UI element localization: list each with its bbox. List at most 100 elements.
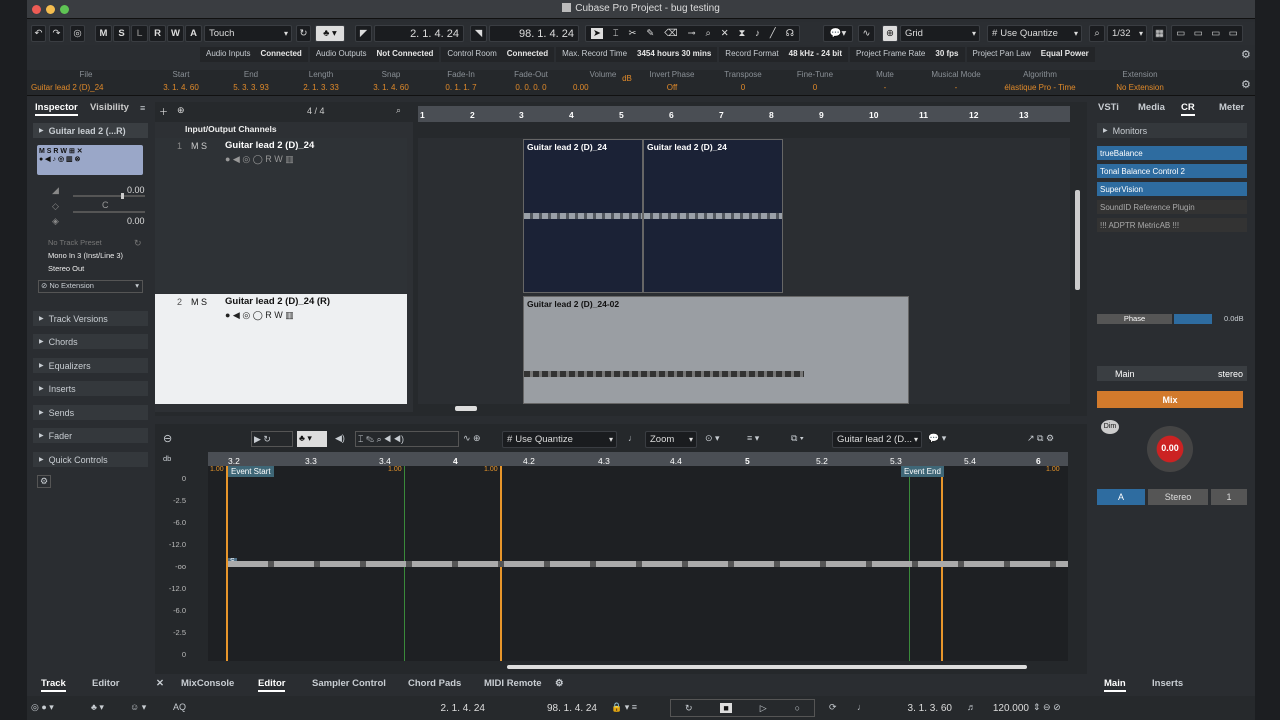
note-icon[interactable]: ♩ — [628, 433, 637, 443]
editor-play-icon[interactable]: ▶ ↻ — [251, 431, 293, 447]
auto-scroll-icon[interactable]: ♣ ▾ — [315, 25, 345, 42]
editor-horizontal-scrollbar[interactable] — [507, 665, 1027, 669]
output-stereo-button[interactable]: Stereo — [1148, 489, 1208, 505]
gain-value[interactable]: 0.00 — [127, 216, 145, 226]
settings-icon[interactable]: ◎ ● ▾ — [31, 702, 54, 713]
auto-scroll-icon[interactable]: ♣ ▾ — [297, 431, 327, 447]
info-mute[interactable]: Mute - — [851, 70, 919, 92]
output-a-button[interactable]: A — [1097, 489, 1145, 505]
mute-tool-icon[interactable]: ✕ — [721, 28, 729, 39]
snap-toggle-icon[interactable]: ⊕ — [882, 25, 898, 42]
vertical-scrollbar[interactable] — [1075, 190, 1080, 290]
audio-event[interactable]: Guitar lead 2 (D)_24 — [643, 139, 783, 293]
info-snap[interactable]: Snap 3. 1. 4. 60 — [357, 70, 425, 92]
plugin-slot[interactable]: SuperVision — [1097, 182, 1247, 196]
solo-button[interactable]: S — [113, 25, 130, 42]
pointer-tool-icon[interactable]: ➤ — [590, 28, 603, 39]
tab-main[interactable]: Main — [1104, 678, 1126, 692]
clip-select[interactable]: Guitar lead 2 (D... — [832, 431, 922, 448]
stop-icon[interactable]: ■ — [720, 703, 732, 713]
redo-icon[interactable]: ↷ — [49, 25, 64, 42]
waveform-display[interactable]: Event Start S Event End 1.00 1.00 1.00 1… — [208, 466, 1068, 661]
section-quick-controls[interactable]: Quick Controls — [33, 452, 148, 467]
keyboard-icon[interactable]: ▦ — [1152, 25, 1167, 42]
track-lane-2[interactable]: Guitar lead 2 (D)_24-02 — [418, 296, 1070, 404]
line-tool-icon[interactable]: ╱ — [770, 28, 776, 39]
lower-zone-icon[interactable]: ▭ — [1194, 28, 1203, 39]
output-routing[interactable]: Stereo Out — [48, 264, 84, 273]
speech-icon[interactable]: 💬 ▾ — [928, 433, 946, 444]
tab-midi-remote[interactable]: MIDI Remote — [484, 678, 542, 692]
add-track-icon[interactable]: ＋ — [159, 105, 168, 118]
left-locator-field[interactable]: 2. 1. 4. 24 — [374, 25, 464, 42]
constrain-delay-icon[interactable]: ◎ — [70, 25, 85, 42]
locator-right-icon[interactable]: ◥ — [470, 25, 487, 42]
dim-button[interactable]: Dim — [1101, 420, 1119, 434]
quantize-icon[interactable]: ⌕ — [1089, 25, 1105, 42]
draw-tool-icon[interactable]: ✎ — [646, 28, 654, 39]
speech-icon[interactable]: 💬▾ — [823, 25, 853, 42]
track-row[interactable]: 2 M S Guitar lead 2 (D)_24 (R) ● ◀ ◎ ◯ R… — [155, 294, 407, 404]
editor-tools-icon[interactable]: ⌶ ✎ ⌕ ◀ ◀) — [355, 431, 459, 447]
read-button[interactable]: R — [149, 25, 166, 42]
sync-icon[interactable]: ♣ ▾ — [91, 702, 104, 713]
record-icon[interactable]: ○ — [795, 703, 800, 713]
cycle-icon[interactable]: ↻ — [685, 703, 693, 714]
refresh-icon[interactable]: ↻ — [134, 238, 142, 249]
section-equalizers[interactable]: Equalizers — [33, 358, 148, 373]
locator-left-icon[interactable]: ◤ — [355, 25, 372, 42]
plugin-slot[interactable]: Tonal Balance Control 2 — [1097, 164, 1247, 178]
pan-slider[interactable] — [73, 211, 145, 213]
tab-vsti[interactable]: VSTi — [1098, 102, 1119, 116]
comp-tool-icon[interactable]: ☊ — [786, 28, 794, 39]
section-inserts[interactable]: Inserts — [33, 381, 148, 396]
section-track-versions[interactable]: Track Versions — [33, 311, 148, 326]
record-enable-icon[interactable]: ● ◀ ◎ ◯ R W ▥ — [225, 310, 294, 321]
info-extension[interactable]: Extension No Extension — [1092, 70, 1188, 92]
close-icon[interactable]: ✕ — [156, 678, 164, 692]
section-chords[interactable]: Chords — [33, 334, 148, 349]
tab-inspector[interactable]: Inspector — [35, 102, 78, 116]
volume-knob[interactable]: 0.00 — [1147, 426, 1193, 472]
record-enable-icon[interactable]: ● ◀ ◎ ◯ R W ▥ — [225, 154, 294, 165]
tab-chord-pads[interactable]: Chord Pads — [408, 678, 461, 692]
listen-button[interactable]: L — [131, 25, 148, 42]
infoline-gear-icon[interactable]: ⚙ — [1241, 78, 1251, 91]
tab-track[interactable]: Track — [41, 678, 66, 692]
click-icon[interactable]: ♩ — [857, 702, 866, 712]
timewarp-tool-icon[interactable]: ⧗ — [739, 28, 746, 39]
erase-tool-icon[interactable]: ⌫ — [664, 28, 677, 39]
volume-value[interactable]: 0.00 — [127, 185, 145, 195]
range-tool-icon[interactable]: ⌶ — [613, 28, 619, 39]
monitors-header[interactable]: Monitors — [1097, 123, 1247, 138]
info-algorithm[interactable]: Algorithm élastique Pro - Time — [992, 70, 1088, 92]
write-button[interactable]: W — [167, 25, 184, 42]
menu-icon[interactable]: ≡ — [140, 103, 145, 113]
lock-icon[interactable]: 🔒 ▾ ≡ — [611, 702, 637, 713]
info-transpose[interactable]: Transpose 0 — [707, 70, 779, 92]
aq-label[interactable]: AQ — [173, 702, 186, 712]
audio-event[interactable]: Guitar lead 2 (D)_24 — [523, 139, 643, 293]
tab-editor-left[interactable]: Editor — [92, 678, 119, 692]
quantize-select[interactable]: # Use Quantize — [987, 25, 1082, 42]
monitor-icon[interactable]: ● ◀ ♪ ◎ ▥ ⊗ — [39, 156, 80, 163]
info-length[interactable]: Length 2. 1. 3. 33 — [287, 70, 355, 92]
punch-icon[interactable]: ⟳ — [829, 702, 837, 713]
tab-cr[interactable]: CR — [1181, 102, 1195, 116]
snap-type-select[interactable]: Grid — [900, 25, 980, 42]
audition-volume-icon[interactable]: ◀) — [335, 433, 345, 444]
snap-curve-icon[interactable]: ∿ — [858, 25, 875, 42]
editor-ruler[interactable]: 3.2 3.3 3.4 4 4.2 4.3 4.4 5 5.2 5.3 5.4 … — [208, 452, 1068, 466]
automation-button[interactable]: A — [185, 25, 202, 42]
editor-settings-icon[interactable]: ⊖ — [163, 432, 172, 445]
info-fade-out[interactable]: Fade-Out 0. 0. 0. 0 — [497, 70, 565, 92]
mute-icon[interactable]: M S — [191, 297, 207, 307]
mix-button[interactable]: Mix — [1097, 391, 1243, 408]
folder-row[interactable]: Input/Output Channels — [185, 124, 407, 136]
track-preset[interactable]: No Track Preset — [48, 238, 102, 247]
quantize-value-select[interactable]: 1/32 — [1107, 25, 1147, 42]
tab-sampler-control[interactable]: Sampler Control — [312, 678, 386, 692]
audio-event[interactable]: Guitar lead 2 (D)_24-02 — [523, 296, 909, 404]
plugin-slot[interactable]: !!! ADPTR MetricAB !!! — [1097, 218, 1247, 232]
play-icon[interactable]: ▷ — [760, 703, 767, 714]
